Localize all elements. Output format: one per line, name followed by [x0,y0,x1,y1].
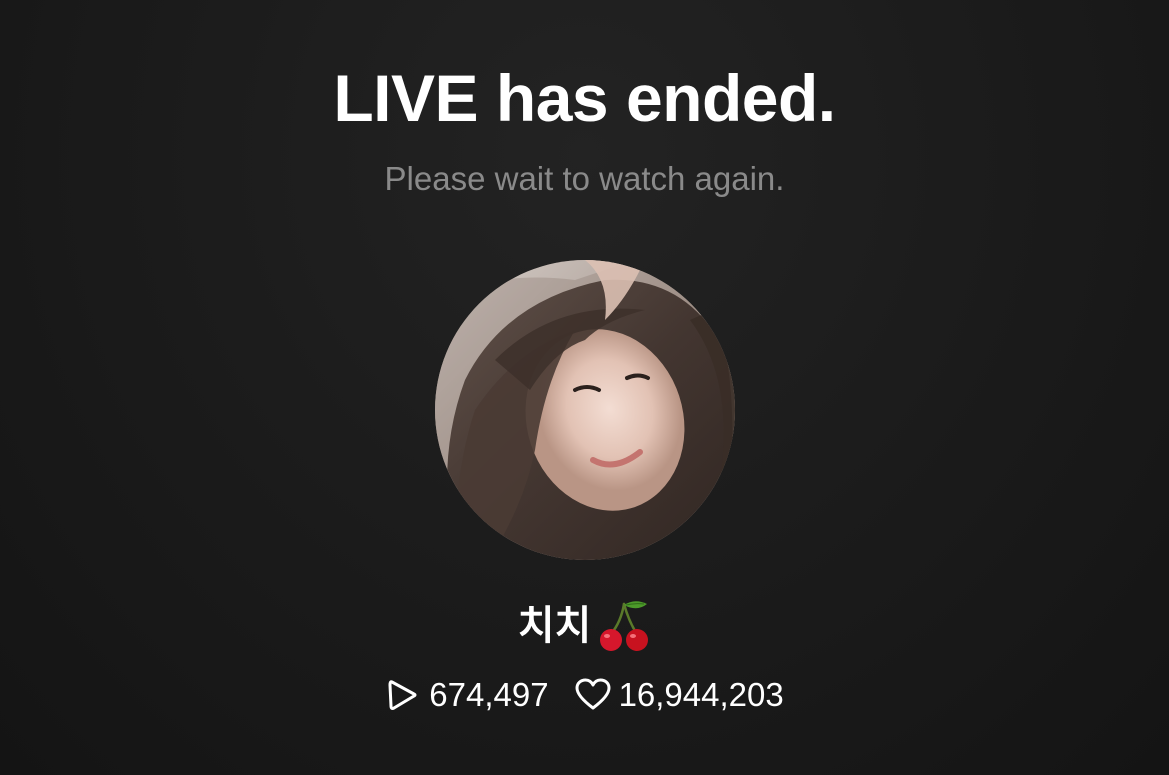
likes-stat: 16,944,203 [575,672,784,718]
play-icon [385,678,419,712]
page-subtitle: Please wait to watch again. [384,160,785,197]
page-title: LIVE has ended. [333,61,836,135]
likes-count: 16,944,203 [618,676,784,713]
profile-name-row[interactable]: 치치 [0,598,1169,654]
live-ended-screen: LIVE has ended. Please wait to watch aga… [0,0,1169,775]
plays-stat: 674,497 [385,672,549,718]
plays-count: 674,497 [429,676,549,713]
cherry-icon [597,598,651,654]
avatar-photo [435,260,735,560]
avatar[interactable] [435,260,735,560]
stats-row: 674,497 16,944,203 [0,672,1169,718]
profile-name: 치치 [517,603,592,649]
heart-icon [575,678,611,712]
